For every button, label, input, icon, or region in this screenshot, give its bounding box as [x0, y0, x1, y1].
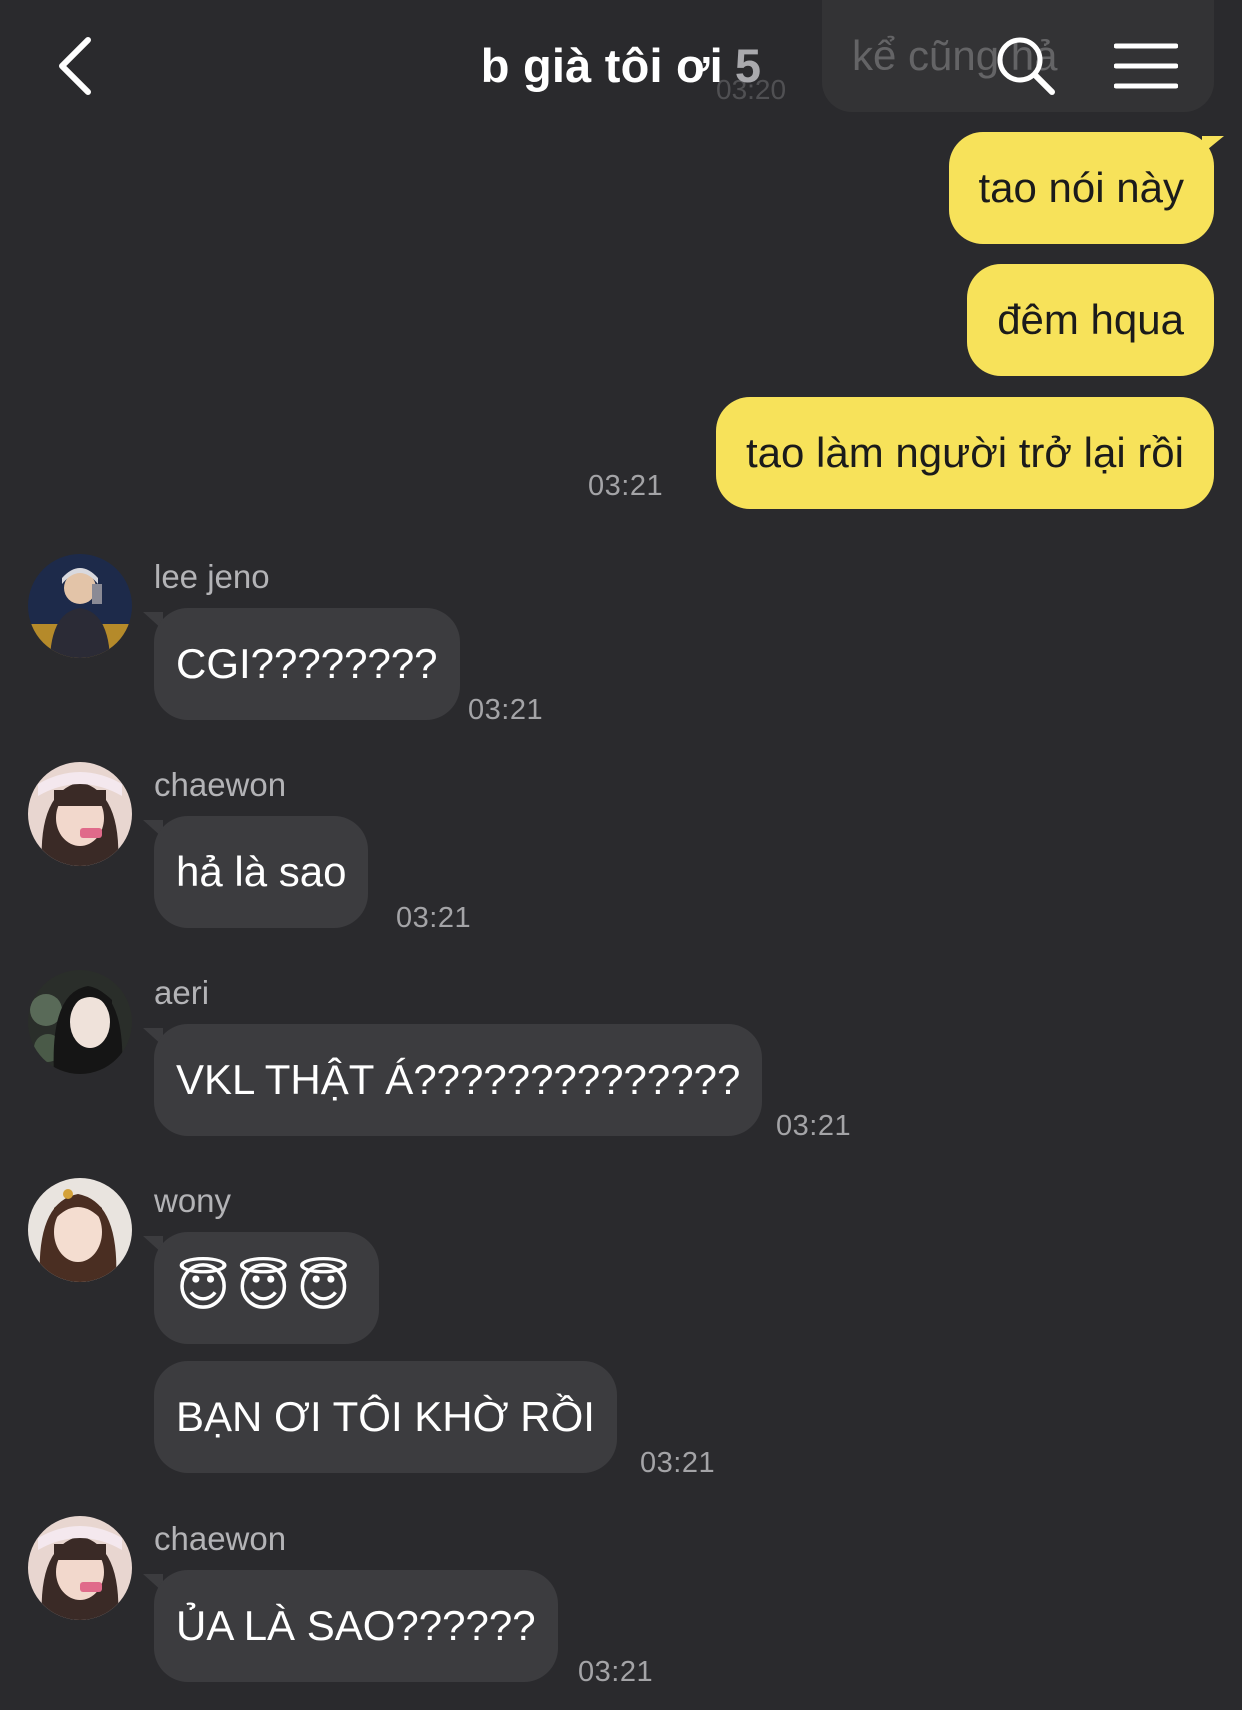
- message-time: 03:21: [578, 1656, 654, 1688]
- hamburger-menu-icon[interactable]: [1113, 42, 1179, 90]
- sender-name: chaewon: [154, 766, 287, 803]
- avatar-chaewon[interactable]: [28, 1516, 132, 1620]
- message-time: 03:21: [640, 1447, 716, 1479]
- sender-name: lee jeno: [154, 558, 270, 595]
- message-text: BẠN ƠI TÔI KHỜ RỒI: [176, 1393, 595, 1440]
- message-text: đêm hqua: [997, 296, 1184, 343]
- avatar-lee-jeno[interactable]: [28, 554, 132, 658]
- avatar-wony[interactable]: [28, 1178, 132, 1282]
- message-text: VKL THẬT Á??????????????: [176, 1056, 741, 1103]
- sender-name: chaewon: [154, 1520, 287, 1557]
- chat-header: b già tôi ơi 5: [0, 0, 1242, 135]
- my-message-bubble[interactable]: đêm hqua: [967, 264, 1214, 376]
- message-text: ỦA LÀ SAO??????: [176, 1602, 536, 1649]
- incoming-message-bubble[interactable]: CGI????????: [154, 608, 460, 720]
- avatar-chaewon[interactable]: [28, 762, 132, 866]
- search-icon[interactable]: [994, 34, 1058, 98]
- message-time: 03:21: [588, 470, 664, 502]
- my-message-bubble[interactable]: tao làm người trở lại rồi: [715, 397, 1214, 509]
- emoji-message-text: 😇😇😇: [176, 1259, 357, 1317]
- sender-name: wony: [154, 1182, 232, 1219]
- avatar-aeri[interactable]: [28, 970, 132, 1074]
- message-time: 03:21: [776, 1110, 852, 1142]
- my-message-bubble[interactable]: tao nói này: [948, 132, 1214, 244]
- chat-title-text: b già tôi ơi: [480, 39, 723, 92]
- message-text: tao nói này: [978, 164, 1185, 211]
- sender-name: aeri: [154, 974, 210, 1011]
- member-count: 5: [734, 39, 762, 92]
- incoming-message-bubble[interactable]: 😇😇😇: [154, 1232, 379, 1344]
- message-text: CGI????????: [176, 640, 438, 687]
- incoming-message-bubble[interactable]: ỦA LÀ SAO??????: [154, 1570, 558, 1682]
- bubble-tail: [1202, 136, 1224, 154]
- message-text: tao làm người trở lại rồi: [745, 429, 1184, 476]
- message-time: 03:21: [396, 902, 472, 934]
- message-text: hả là sao: [176, 848, 347, 895]
- incoming-message-bubble[interactable]: hả là sao: [154, 816, 369, 928]
- incoming-message-bubble[interactable]: VKL THẬT Á??????????????: [154, 1024, 763, 1136]
- message-time: 03:21: [468, 694, 544, 726]
- incoming-message-bubble[interactable]: BẠN ƠI TÔI KHỜ RỒI: [154, 1361, 617, 1473]
